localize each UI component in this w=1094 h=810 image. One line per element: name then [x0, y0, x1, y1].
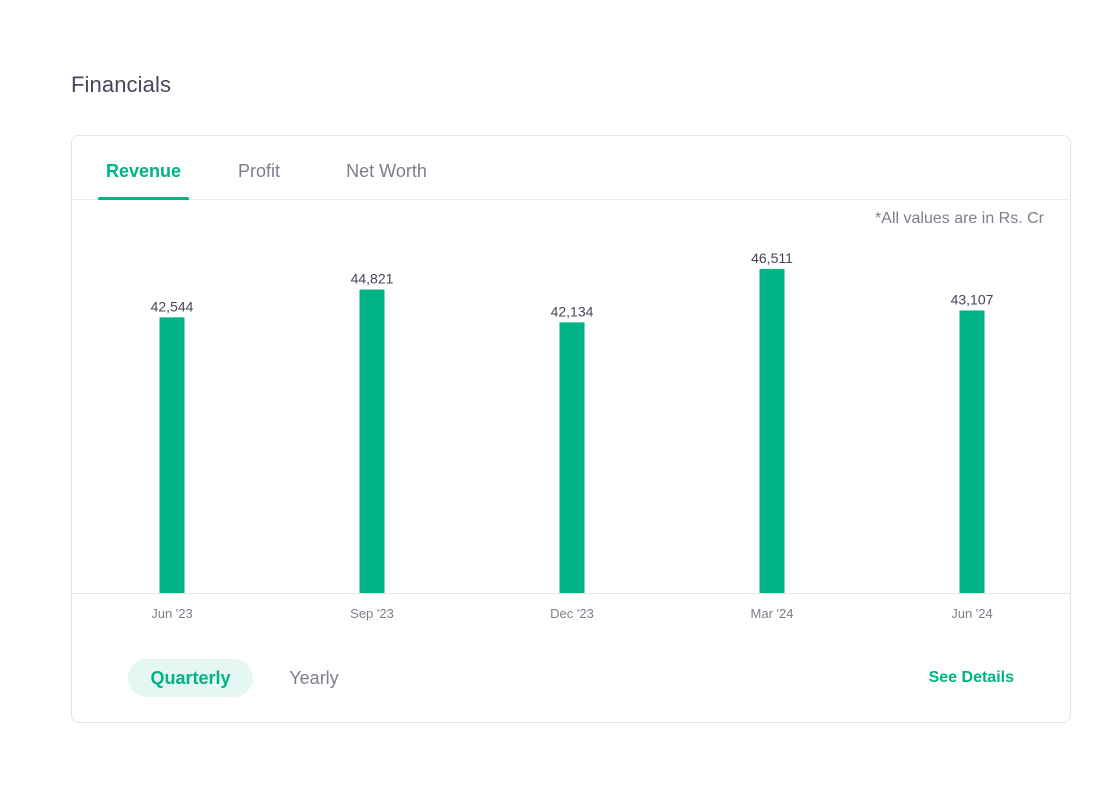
financials-tabs: Revenue Profit Net Worth: [72, 136, 1070, 200]
bar-0[interactable]: [159, 317, 185, 593]
revenue-bar-chart: 42,544 Jun '23 44,821 Sep '23 42,134 Dec '23 4…: [72, 250, 1070, 621]
x-tick-label-0: Jun '23: [151, 606, 193, 621]
x-tick-label-4: Jun '24: [951, 606, 993, 621]
data-label-2: 42,134: [551, 303, 594, 319]
tab-net-worth-label: Net Worth: [346, 161, 427, 181]
financials-card: Revenue Profit Net Worth *All values are…: [71, 135, 1071, 723]
data-label-4: 43,107: [951, 291, 994, 307]
data-label-3: 46,511: [751, 250, 793, 266]
tab-net-worth[interactable]: Net Worth: [335, 136, 438, 200]
see-details-link[interactable]: See Details: [929, 669, 1014, 687]
bar-4[interactable]: [959, 310, 985, 593]
tab-revenue[interactable]: Revenue: [98, 136, 189, 200]
quarterly-button[interactable]: Quarterly: [128, 659, 253, 697]
bar-2[interactable]: [559, 322, 585, 593]
bar-3[interactable]: [759, 268, 785, 593]
tab-profit[interactable]: Profit: [228, 136, 290, 200]
data-label-0: 42,544: [151, 298, 194, 314]
tab-revenue-label: Revenue: [105, 161, 182, 181]
x-tick-label-3: Mar '24: [751, 606, 794, 621]
tab-profit-label: Profit: [237, 161, 280, 181]
yearly-button[interactable]: Yearly: [268, 659, 360, 697]
data-label-1: 44,821: [351, 271, 394, 287]
x-tick-label-1: Sep '23: [350, 606, 394, 621]
x-tick-label-2: Dec '23: [550, 606, 594, 621]
bar-1[interactable]: [359, 289, 385, 593]
section-title: Financials: [71, 72, 172, 97]
